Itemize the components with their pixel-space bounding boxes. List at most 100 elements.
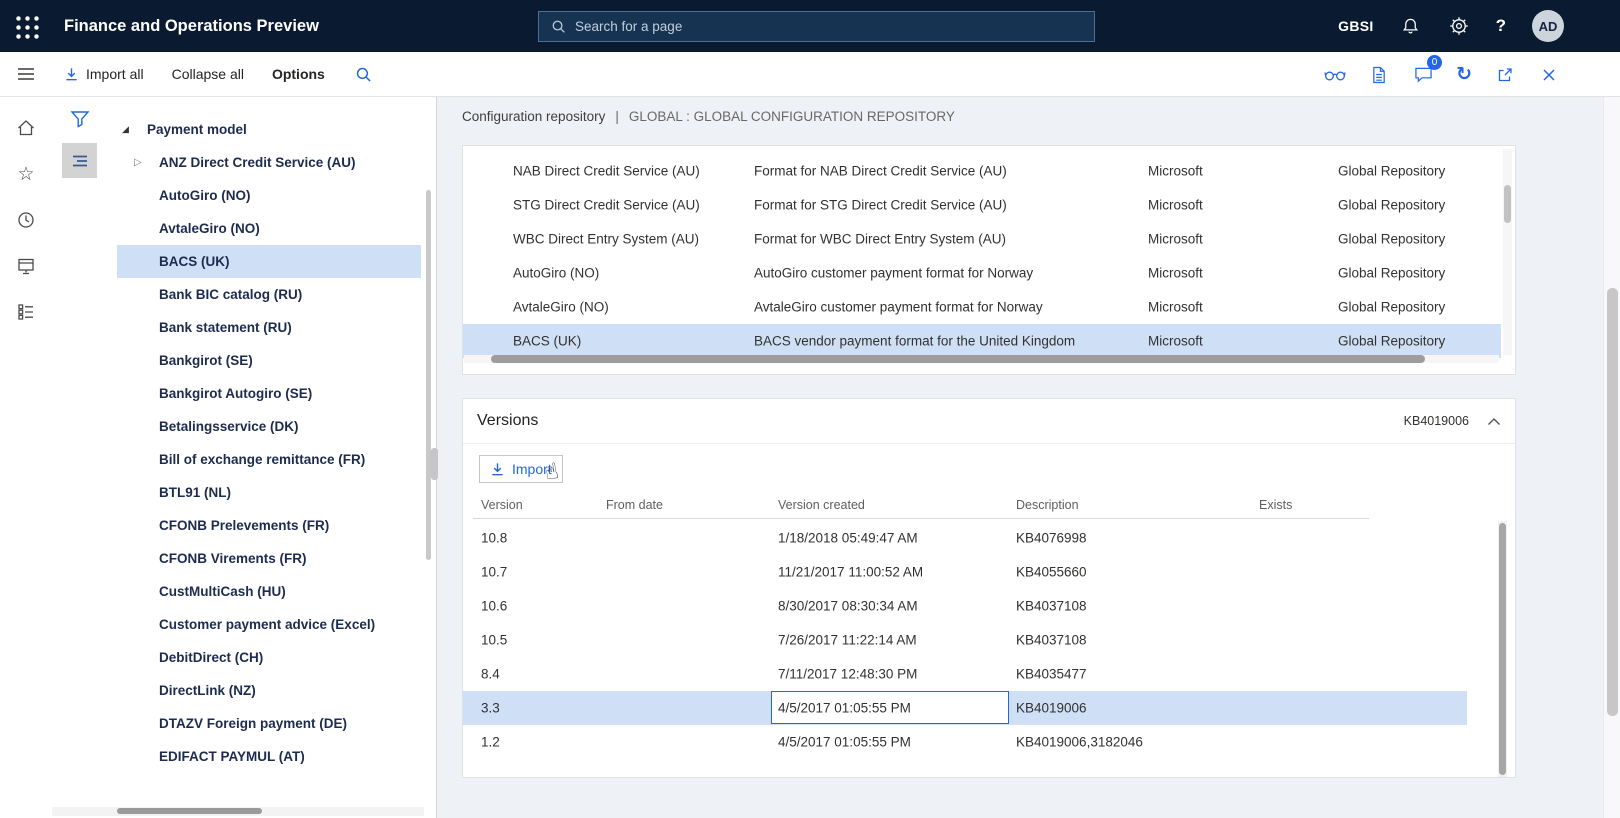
hamburger-menu-icon[interactable]: [0, 52, 52, 97]
version-row[interactable]: 1.2 4/5/2017 01:05:55 PM KB4019006,31820…: [463, 725, 1467, 759]
versions-vertical-scrollbar-track[interactable]: [1498, 521, 1507, 777]
versions-fasttab-header[interactable]: Versions KB4019006: [463, 399, 1515, 444]
version-row[interactable]: 8.4 7/11/2017 12:48:30 PM KB4035477: [463, 657, 1467, 691]
import-all-button[interactable]: Import all: [64, 66, 144, 82]
tree-item[interactable]: Bank BIC catalog (RU): [117, 278, 421, 311]
tree-item[interactable]: AutoGiro (NO): [117, 179, 421, 212]
options-tab[interactable]: Options: [272, 66, 325, 82]
page-vertical-scrollbar-thumb[interactable]: [1607, 288, 1618, 716]
tree-root-payment-model[interactable]: ◢ Payment model: [117, 113, 421, 146]
tree-item[interactable]: Bankgirot (SE): [117, 344, 421, 377]
tree-item-label: Bankgirot (SE): [159, 353, 253, 368]
cell-version: 1.2: [481, 735, 500, 750]
notifications-bell-icon[interactable]: [1400, 15, 1422, 37]
app-title: Finance and Operations Preview: [64, 17, 319, 36]
tree-item-label: AvtaleGiro (NO): [159, 221, 260, 236]
recent-clock-icon[interactable]: [0, 197, 52, 243]
cell-version-created: 7/11/2017 12:48:30 PM: [778, 667, 917, 682]
page-vertical-scrollbar-track[interactable]: [1603, 97, 1620, 818]
table-row[interactable]: NAB Direct Credit Service (AU) Format fo…: [463, 154, 1515, 188]
table-row-selected[interactable]: BACS (UK) BACS vendor payment format for…: [463, 324, 1501, 358]
home-icon[interactable]: [0, 105, 52, 151]
grid-vertical-scrollbar-thumb[interactable]: [1504, 185, 1511, 223]
tree-item[interactable]: ▷ ANZ Direct Credit Service (AU): [117, 146, 421, 179]
app-root: Finance and Operations Preview GBSI ? AD: [0, 0, 1620, 818]
tree-item-label: Bill of exchange remittance (FR): [159, 452, 365, 467]
sidebar-horizontal-scrollbar-track[interactable]: [52, 807, 424, 816]
sidebar-vertical-scrollbar[interactable]: [426, 190, 431, 560]
company-picker[interactable]: GBSI: [1338, 18, 1373, 34]
download-icon: [490, 462, 505, 477]
column-header-from-date[interactable]: From date: [606, 498, 663, 512]
toolbar-search-icon[interactable]: [353, 63, 375, 85]
modules-icon[interactable]: [0, 289, 52, 335]
sidebar-horizontal-scrollbar-thumb[interactable]: [117, 808, 262, 814]
table-row[interactable]: AvtaleGiro (NO) AvtaleGiro customer paym…: [463, 290, 1515, 324]
settings-gear-icon[interactable]: [1448, 15, 1470, 37]
cell-provider: Microsoft: [1148, 334, 1203, 349]
version-row[interactable]: 10.5 7/26/2017 11:22:14 AM KB4037108: [463, 623, 1467, 657]
help-icon[interactable]: ?: [1496, 16, 1506, 36]
table-row[interactable]: WBC Direct Entry System (AU) Format for …: [463, 222, 1515, 256]
close-icon[interactable]: [1538, 64, 1560, 86]
favorites-star-icon[interactable]: ☆: [0, 151, 52, 197]
version-row[interactable]: 10.7 11/21/2017 11:00:52 AM KB4055660: [463, 555, 1467, 589]
tree-item-label: ANZ Direct Credit Service (AU): [159, 155, 356, 170]
tree-item[interactable]: BTL91 (NL): [117, 476, 421, 509]
tree-item[interactable]: CustMultiCash (HU): [117, 575, 421, 608]
tree-item[interactable]: CFONB Prelevements (FR): [117, 509, 421, 542]
open-in-new-window-icon[interactable]: [1494, 64, 1516, 86]
chevron-up-icon[interactable]: [1487, 417, 1501, 426]
tree-item[interactable]: AvtaleGiro (NO): [117, 212, 421, 245]
tree-root-label: Payment model: [147, 122, 247, 137]
collapse-all-button[interactable]: Collapse all: [172, 66, 244, 82]
refresh-icon[interactable]: ↻: [1456, 65, 1472, 84]
table-row[interactable]: STG Direct Credit Service (AU) Format fo…: [463, 188, 1515, 222]
version-row[interactable]: 10.8 1/18/2018 05:49:47 AM KB4076998: [463, 521, 1467, 555]
cell-name: WBC Direct Entry System (AU): [513, 232, 699, 247]
tree-item[interactable]: DebitDirect (CH): [117, 641, 421, 674]
table-row[interactable]: AutoGiro (NO) AutoGiro customer payment …: [463, 256, 1515, 290]
topbar-right-cluster: GBSI ? AD: [1338, 0, 1620, 52]
messages-icon[interactable]: 0: [1412, 64, 1434, 86]
tree-item-label: CFONB Virements (FR): [159, 551, 307, 566]
version-row[interactable]: 10.6 8/30/2017 08:30:34 AM KB4037108: [463, 589, 1467, 623]
avatar[interactable]: AD: [1532, 10, 1564, 42]
tree-item[interactable]: DTAZV Foreign payment (DE): [117, 707, 421, 740]
navigation-rail: ☆: [0, 97, 52, 818]
tree-item[interactable]: Bankgirot Autogiro (SE): [117, 377, 421, 410]
versions-vertical-scrollbar-thumb[interactable]: [1499, 523, 1506, 775]
search-input[interactable]: [575, 19, 1082, 34]
tree-item[interactable]: EDIFACT PAYMUL (AT): [117, 740, 421, 773]
column-header-version-created[interactable]: Version created: [778, 498, 865, 512]
grid-horizontal-scrollbar-thumb[interactable]: [491, 355, 1425, 363]
tree-item[interactable]: DirectLink (NZ): [117, 674, 421, 707]
column-header-description[interactable]: Description: [1016, 498, 1079, 512]
splitter-handle[interactable]: [431, 448, 438, 480]
tree-item-selected[interactable]: BACS (UK): [117, 245, 421, 278]
version-row-selected[interactable]: 3.3 4/5/2017 01:05:55 PM KB4019006: [463, 691, 1467, 725]
tree-item[interactable]: Bill of exchange remittance (FR): [117, 443, 421, 476]
cell-provider: Microsoft: [1148, 300, 1203, 315]
cell-version: 10.5: [481, 633, 507, 648]
column-header-exists[interactable]: Exists: [1259, 498, 1292, 512]
tree-item-label: DirectLink (NZ): [159, 683, 256, 698]
accessibility-glasses-icon[interactable]: [1324, 64, 1346, 86]
workspaces-icon[interactable]: [0, 243, 52, 289]
tree-item[interactable]: Betalingsservice (DK): [117, 410, 421, 443]
grid-horizontal-scrollbar-track[interactable]: [464, 355, 1499, 363]
page-search-box[interactable]: [538, 11, 1095, 42]
tree-item[interactable]: CFONB Virements (FR): [117, 542, 421, 575]
tree-item[interactable]: Bank statement (RU): [117, 311, 421, 344]
column-header-version[interactable]: Version: [481, 498, 523, 512]
tree-item-label: AutoGiro (NO): [159, 188, 250, 203]
cell-repository: Global Repository: [1338, 300, 1445, 315]
document-icon[interactable]: [1368, 64, 1390, 86]
import-button[interactable]: Import: [479, 455, 563, 483]
cell-description: KB4037108: [1016, 633, 1087, 648]
app-launcher-icon[interactable]: [13, 13, 39, 39]
grid-vertical-scrollbar-track[interactable]: [1503, 149, 1512, 355]
tree-item[interactable]: Customer payment advice (Excel): [117, 608, 421, 641]
tree-item-label: DTAZV Foreign payment (DE): [159, 716, 347, 731]
import-label: Import: [512, 461, 552, 477]
